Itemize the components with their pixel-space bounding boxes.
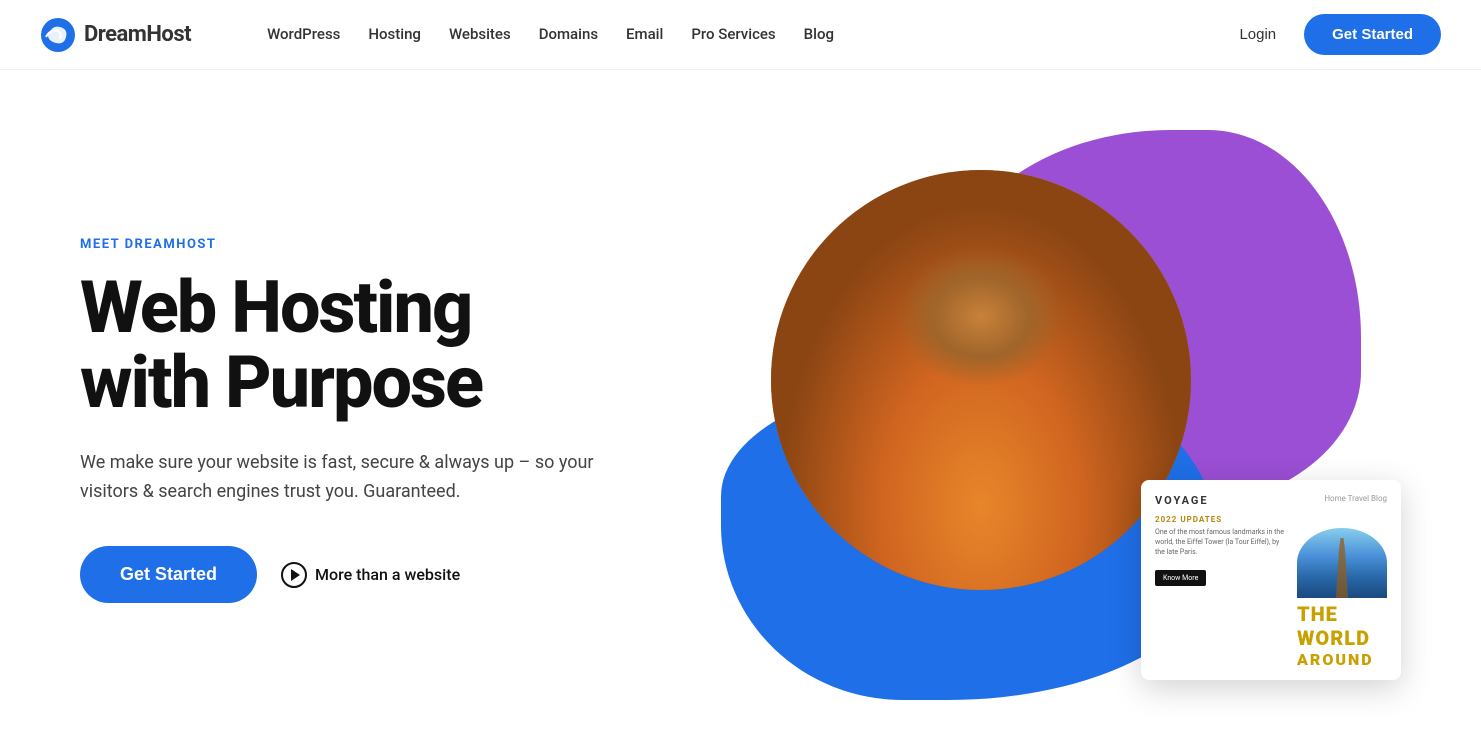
nav-link-email[interactable]: Email [626, 25, 663, 43]
hero-content: MEET DREAMHOST Web Hosting with Purpose … [80, 237, 620, 604]
voyage-world-text: THE WORLD [1297, 602, 1387, 650]
voyage-desc: One of the most famous landmarks in the … [1155, 528, 1289, 557]
logo-text: DreamHost [84, 22, 191, 47]
nav-link-pro-services[interactable]: Pro Services [691, 25, 775, 43]
more-than-label: More than a website [315, 565, 460, 584]
voyage-text-col: One of the most famous landmarks in the … [1155, 528, 1289, 669]
play-triangle [291, 569, 300, 581]
nav-links: WordPress Hosting Websites Domains Email… [227, 0, 874, 70]
navbar: DreamHost WordPress Hosting Websites Dom… [0, 0, 1481, 70]
voyage-img-col: THE WORLD AROUND [1297, 528, 1387, 669]
dreamhost-logo-icon [40, 17, 76, 53]
nav-link-websites[interactable]: Websites [449, 25, 511, 43]
more-than-link[interactable]: More than a website [281, 562, 460, 588]
nav-link-domains[interactable]: Domains [539, 25, 598, 43]
voyage-card-header: VOYAGE Home Travel Blog [1155, 494, 1387, 507]
hero-title: Web Hosting with Purpose [80, 270, 620, 421]
voyage-body: One of the most famous landmarks in the … [1155, 528, 1387, 669]
hero-visual: VOYAGE Home Travel Blog 2022 UPDATES One… [721, 130, 1401, 710]
voyage-card: VOYAGE Home Travel Blog 2022 UPDATES One… [1141, 480, 1401, 680]
logo[interactable]: DreamHost [40, 17, 191, 53]
nav-left: DreamHost WordPress Hosting Websites Dom… [40, 0, 874, 70]
login-button[interactable]: Login [1227, 18, 1288, 51]
hero-photo [771, 170, 1191, 590]
voyage-eiffel-image [1297, 528, 1387, 598]
eiffel-tower-icon [1327, 538, 1357, 598]
voyage-around-text: AROUND [1297, 650, 1387, 669]
nav-link-wordpress[interactable]: WordPress [267, 25, 340, 43]
person-image [771, 170, 1191, 590]
hero-actions: Get Started More than a website [80, 546, 620, 603]
nav-link-hosting[interactable]: Hosting [368, 25, 421, 43]
hero-get-started-button[interactable]: Get Started [80, 546, 257, 603]
nav-right: Login Get Started [1227, 14, 1441, 55]
hero-subtitle: We make sure your website is fast, secur… [80, 449, 620, 507]
nav-link-blog[interactable]: Blog [804, 25, 834, 43]
voyage-nav: Home Travel Blog [1324, 494, 1387, 503]
voyage-know-more-button[interactable]: Know More [1155, 570, 1206, 586]
hero-section: MEET DREAMHOST Web Hosting with Purpose … [0, 70, 1481, 750]
voyage-update-label: 2022 UPDATES [1155, 515, 1387, 524]
nav-get-started-button[interactable]: Get Started [1304, 14, 1441, 55]
hero-title-line2: with Purpose [80, 340, 482, 425]
play-icon [281, 562, 307, 588]
voyage-title: VOYAGE [1155, 494, 1209, 507]
hero-title-line1: Web Hosting [80, 265, 471, 350]
meet-label: MEET DREAMHOST [80, 237, 620, 252]
